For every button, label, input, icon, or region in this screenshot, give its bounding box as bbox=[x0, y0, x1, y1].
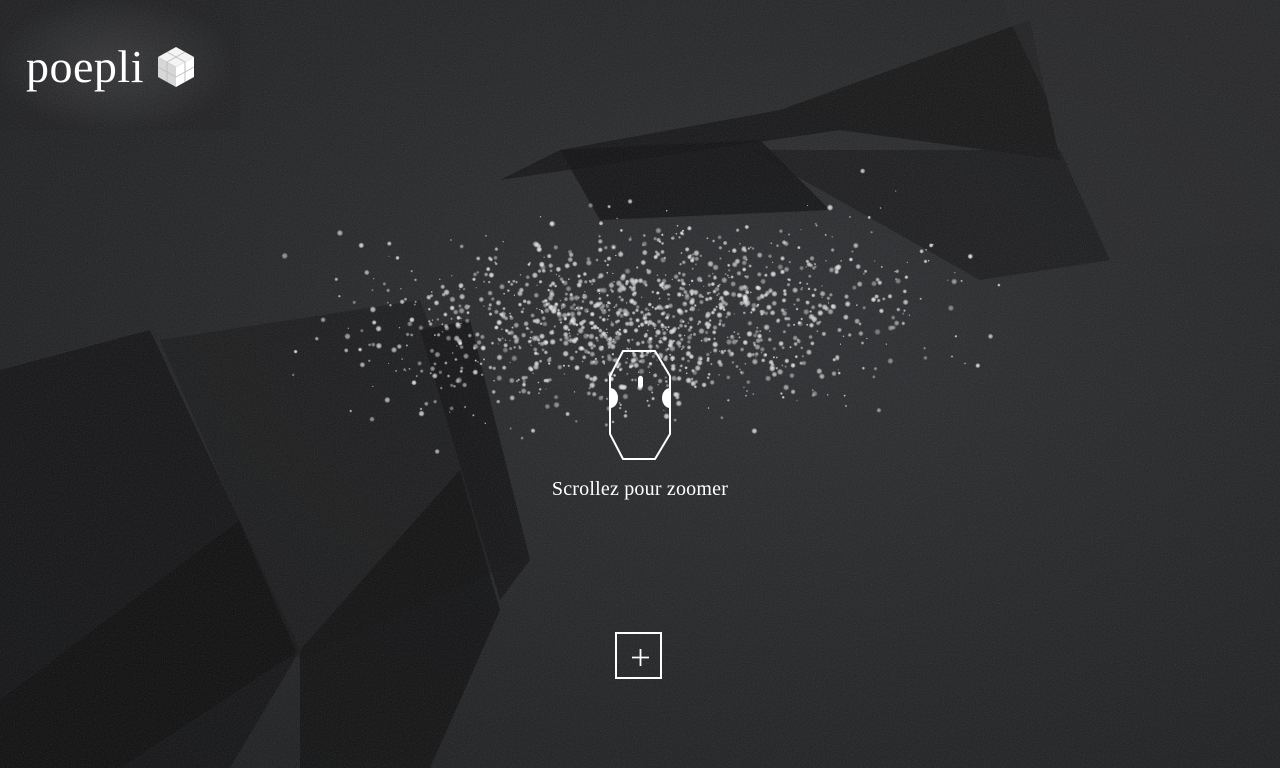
brand-logo-link[interactable]: poepli bbox=[26, 44, 196, 90]
mouse-scroll-icon bbox=[609, 350, 671, 460]
plus-button[interactable] bbox=[615, 632, 662, 679]
scroll-hint-label: Scrollez pour zoomer bbox=[551, 478, 729, 500]
plus-icon bbox=[632, 649, 649, 666]
cube-logo-icon bbox=[157, 47, 195, 87]
brand-name: poepli bbox=[26, 41, 144, 92]
visualization-stage[interactable]: poepli Scrollez pour zoomer bbox=[0, 0, 1280, 768]
scroll-hint: Scrollez pour zoomer bbox=[540, 348, 740, 501]
